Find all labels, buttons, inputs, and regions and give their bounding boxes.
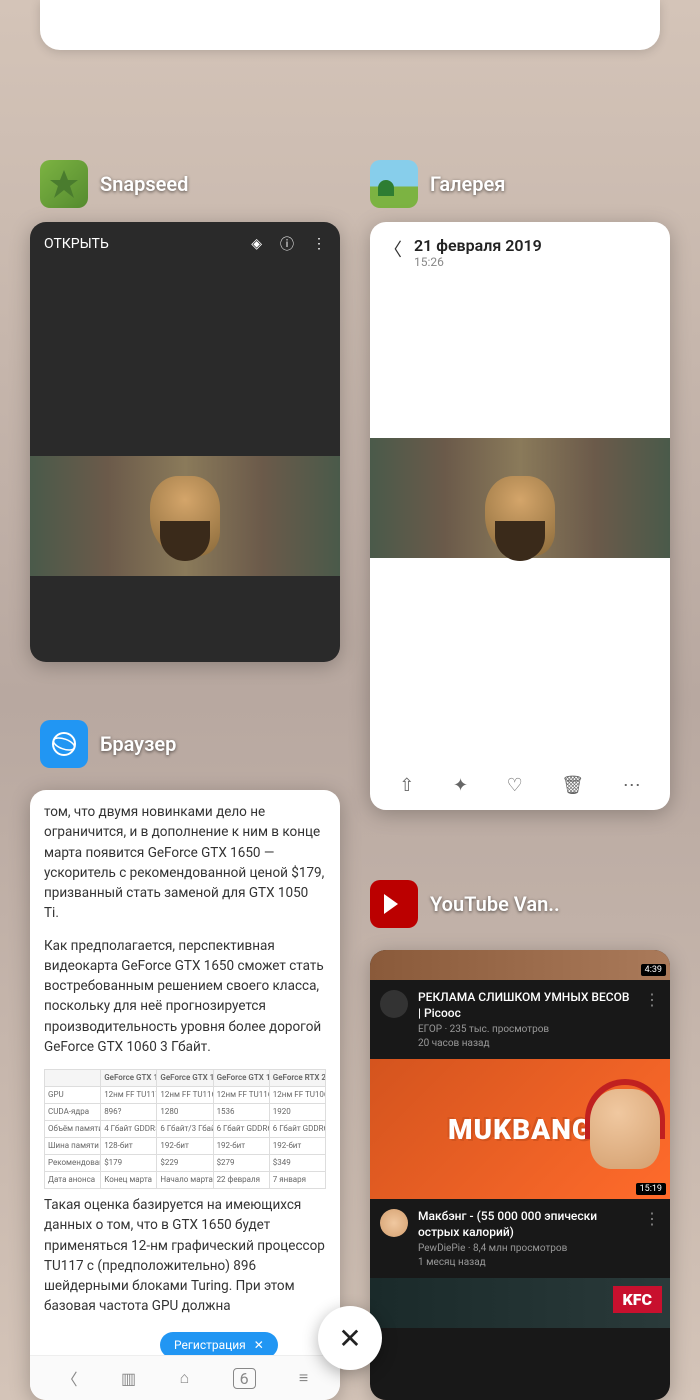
info-icon[interactable]: ⓘ <box>280 234 294 254</box>
yt-video-meta: PewDiePie · 8,4 млн просмотров <box>418 1243 634 1254</box>
yt-video-title[interactable]: Макбэнг - (55 000 000 эпически острых ка… <box>418 1209 634 1240</box>
gallery-image-preview[interactable] <box>370 438 670 558</box>
gallery-time: 15:26 <box>414 255 542 269</box>
more-icon[interactable]: ⋮ <box>644 990 660 1009</box>
youtube-title: YouTube Van.. <box>430 892 560 916</box>
yt-video-age: 1 месяц назад <box>418 1257 634 1268</box>
snapseed-image-preview[interactable] <box>30 456 340 576</box>
close-icon[interactable]: ✕ <box>254 1338 264 1352</box>
yt-duration: 15:19 <box>636 1183 666 1195</box>
more-icon[interactable]: ⋮ <box>644 1209 660 1228</box>
browser-header: Браузер <box>40 720 176 768</box>
snapseed-icon <box>40 160 88 208</box>
snapseed-open-button[interactable]: ОТКРЫТЬ <box>44 236 109 252</box>
browser-paragraph: Как предполагается, перспективная видеок… <box>44 936 326 1058</box>
youtube-header: YouTube Van.. <box>370 880 560 928</box>
kfc-logo: KFC <box>613 1286 662 1313</box>
share-icon[interactable]: ⇧ <box>399 775 414 796</box>
yt-video-thumbnail[interactable]: 4:39 <box>370 950 670 980</box>
more-icon[interactable]: ⋮ <box>312 236 326 252</box>
snapseed-title: Snapseed <box>100 172 188 196</box>
yt-video-thumbnail[interactable]: KFC <box>370 1278 670 1328</box>
yt-channel-avatar[interactable] <box>380 990 408 1018</box>
snapseed-card[interactable]: ОТКРЫТЬ ◈ ⓘ ⋮ <box>30 222 340 662</box>
snapseed-header: Snapseed <box>40 160 188 208</box>
gallery-header: Галерея <box>370 160 505 208</box>
yt-video-meta: ЕГОР · 235 тыс. просмотров <box>418 1024 634 1035</box>
youtube-icon <box>370 880 418 928</box>
home-icon[interactable]: ⌂ <box>180 1368 190 1388</box>
gallery-icon <box>370 160 418 208</box>
bookmarks-icon[interactable]: ▥ <box>121 1369 136 1388</box>
close-all-button[interactable]: ✕ <box>318 1306 382 1370</box>
nav-back-icon[interactable]: 〈 <box>62 1366 78 1390</box>
browser-card[interactable]: том, что двумя новинками дело не огранич… <box>30 790 340 1400</box>
browser-title: Браузер <box>100 732 176 756</box>
layers-icon[interactable]: ◈ <box>251 236 262 252</box>
yt-video-thumbnail[interactable]: MUKBANG 15:19 <box>370 1059 670 1199</box>
favorite-icon[interactable]: ♡ <box>507 775 523 796</box>
browser-spec-table: GeForce GTX 1650GeForce GTX 1660GeForce … <box>44 1069 326 1189</box>
yt-channel-avatar[interactable] <box>380 1209 408 1237</box>
partial-top-card[interactable] <box>40 0 660 50</box>
menu-icon[interactable]: ≡ <box>299 1368 308 1388</box>
back-icon[interactable]: 〈 <box>384 236 402 262</box>
gallery-card[interactable]: 〈 21 февраля 2019 15:26 ⇧ ✦ ♡ 🗑 ⋯ <box>370 222 670 810</box>
edit-icon[interactable]: ✦ <box>453 775 468 796</box>
browser-icon <box>40 720 88 768</box>
youtube-card[interactable]: 4:39 РЕКЛАМА СЛИШКОМ УМНЫХ ВЕСОВ | Picoo… <box>370 950 670 1400</box>
tab-count[interactable]: 6 <box>233 1368 256 1389</box>
gallery-date: 21 февраля 2019 <box>414 236 542 255</box>
browser-paragraph: Такая оценка базируется на имеющихся дан… <box>44 1195 326 1317</box>
gallery-title: Галерея <box>430 172 505 196</box>
more-icon[interactable]: ⋯ <box>623 775 641 796</box>
yt-duration: 4:39 <box>641 964 666 976</box>
delete-icon[interactable]: 🗑 <box>561 775 584 796</box>
yt-video-title[interactable]: РЕКЛАМА СЛИШКОМ УМНЫХ ВЕСОВ | Picooc <box>418 990 634 1021</box>
yt-video-age: 20 часов назад <box>418 1038 634 1049</box>
browser-paragraph: том, что двумя новинками дело не огранич… <box>44 802 326 924</box>
